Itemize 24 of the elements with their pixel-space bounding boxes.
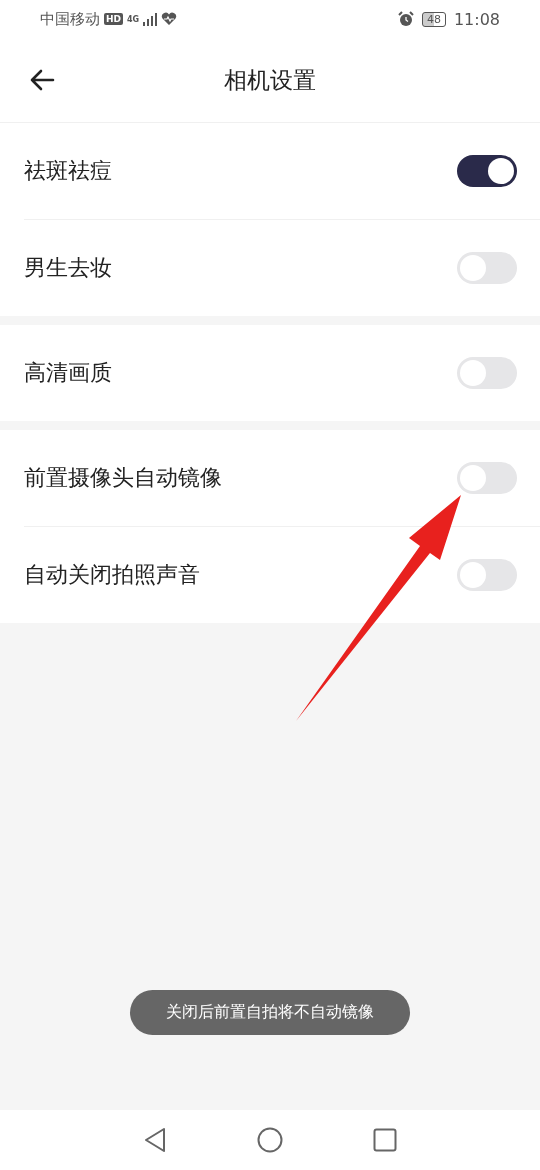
toggle-switch[interactable] bbox=[457, 559, 517, 591]
network-type: 4G bbox=[127, 14, 140, 24]
clock-time: 11:08 bbox=[453, 9, 500, 29]
setting-label: 祛斑祛痘 bbox=[24, 157, 112, 185]
heart-icon bbox=[161, 12, 178, 26]
home-nav-icon[interactable] bbox=[257, 1127, 283, 1153]
setting-label: 高清画质 bbox=[24, 359, 112, 387]
setting-label: 自动关闭拍照声音 bbox=[24, 561, 200, 589]
toggle-switch[interactable] bbox=[457, 462, 517, 494]
toggle-switch[interactable] bbox=[457, 155, 517, 187]
back-nav-icon[interactable] bbox=[143, 1127, 167, 1153]
recents-nav-icon[interactable] bbox=[373, 1128, 397, 1152]
signal-icon bbox=[143, 12, 158, 26]
battery-indicator: 48 bbox=[421, 11, 446, 27]
setting-label: 男生去妆 bbox=[24, 254, 112, 282]
hd-badge: HD bbox=[104, 13, 123, 25]
toast-message: 关闭后前置自拍将不自动镜像 bbox=[130, 990, 410, 1035]
back-icon[interactable] bbox=[29, 69, 55, 91]
toggle-switch[interactable] bbox=[457, 252, 517, 284]
page-title: 相机设置 bbox=[224, 65, 316, 95]
toggle-switch[interactable] bbox=[457, 357, 517, 389]
carrier-name: 中国移动 bbox=[40, 9, 100, 29]
alarm-icon bbox=[397, 11, 414, 27]
setting-label: 前置摄像头自动镜像 bbox=[24, 464, 222, 492]
